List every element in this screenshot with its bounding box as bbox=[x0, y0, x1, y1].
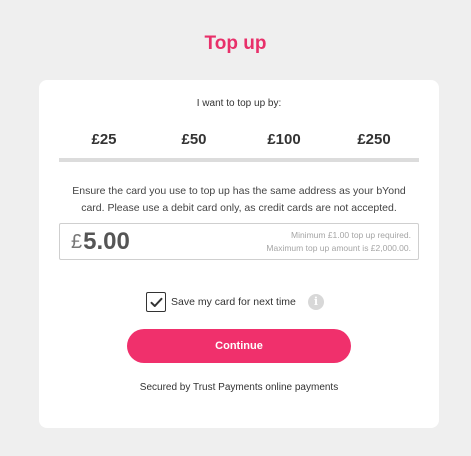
maximum-note: Maximum top up amount is £2,000.00. bbox=[266, 242, 411, 253]
amount-option-250[interactable]: £250 bbox=[329, 128, 419, 158]
amount-value[interactable]: 5.00 bbox=[83, 227, 130, 257]
amount-input[interactable]: £ 5.00 Minimum £1.00 top up required. Ma… bbox=[59, 223, 419, 260]
card-notice: Ensure the card you use to top up has th… bbox=[59, 183, 419, 217]
amount-option-50[interactable]: £50 bbox=[149, 128, 239, 158]
minimum-note: Minimum £1.00 top up required. bbox=[290, 229, 411, 240]
currency-symbol: £ bbox=[71, 230, 83, 253]
page-title: Top up bbox=[204, 33, 267, 54]
continue-button[interactable]: Continue bbox=[127, 329, 351, 363]
amount-option-100[interactable]: £100 bbox=[239, 128, 329, 158]
card-notice-line1: Ensure the card you use to top up has th… bbox=[72, 185, 406, 197]
amount-prompt: I want to top up by: bbox=[196, 98, 282, 109]
save-card-label: Save my card for next time bbox=[171, 296, 296, 308]
secure-payment-note: Secured by Trust Payments online payment… bbox=[139, 382, 339, 393]
amount-option-25[interactable]: £25 bbox=[59, 128, 149, 158]
top-up-card: I want to top up by: £25 £50 £100 £250 E… bbox=[39, 80, 439, 428]
save-card-checkbox[interactable] bbox=[146, 292, 166, 312]
amount-options: £25 £50 £100 £250 bbox=[59, 128, 419, 162]
info-icon[interactable]: i bbox=[308, 294, 324, 310]
amount-limits: Minimum £1.00 top up required. Maximum t… bbox=[266, 229, 411, 255]
save-card-row: Save my card for next time bbox=[146, 292, 296, 312]
checkmark-icon bbox=[150, 297, 162, 307]
card-notice-line2: card. Please use a debit card only, as c… bbox=[81, 202, 397, 214]
